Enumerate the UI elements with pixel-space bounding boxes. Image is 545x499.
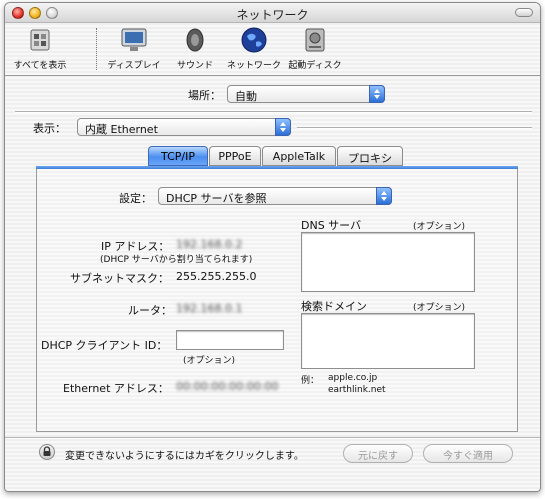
example-domain-2: earthlink.net [328,385,386,395]
revert-button[interactable]: 元に戻す [343,444,413,463]
disk-icon [305,28,325,52]
tab-proxy[interactable]: プロキシ [337,146,403,166]
tab-appletalk[interactable]: AppleTalk [262,146,336,166]
location-label: 場所： [188,89,221,102]
tab-tcpip[interactable]: TCP/IP [148,146,208,166]
lock-button[interactable] [39,444,55,460]
speaker-icon [186,28,204,52]
toolbar-startup-disk[interactable]: 起動ディスク [285,26,345,74]
show-popup[interactable]: 内蔵 Ethernet [77,118,291,136]
toolbar-separator [96,28,97,70]
dns-servers-field[interactable] [301,232,475,292]
window-title: ネットワーク [236,8,309,22]
lock-icon [43,446,51,456]
popup-arrows-icon [376,187,392,205]
config-label: 設定： [119,192,152,205]
example-label: 例： [301,376,320,386]
toolbar-label: ディスプレイ [107,61,161,71]
dhcp-client-label: DHCP クライアント ID： [41,339,168,352]
dns-note: (オプション) [413,222,466,232]
toolbar-label: すべてを表示 [13,61,67,71]
separator [15,111,532,113]
tab-pane-accent [36,166,518,169]
footer-separator [5,437,540,439]
popup-arrows-icon [369,85,385,103]
router-label: ルータ： [128,304,172,317]
toolbar: すべてを表示 ディスプレイ サウンド ネットワーク 起動ディスク [5,24,540,76]
config-value: DHCP サーバを参照 [166,192,267,205]
lock-message: 変更できないようにするにはカギをクリックします。 [65,451,304,462]
display-icon [121,28,147,51]
apply-now-button[interactable]: 今すぐ適用 [423,444,513,463]
location-value: 自動 [235,90,257,103]
ethernet-value: 00:00:00:00:00:00 [176,380,279,393]
ip-note: (DHCP サーバから割り当てられます) [100,255,253,265]
search-domains-note: (オプション) [413,303,466,313]
show-value: 内蔵 Ethernet [85,123,158,136]
title-bar[interactable]: ネットワーク [5,3,540,23]
ip-value: 192.168.0.2 [176,238,243,251]
example-domain-1: apple.co.jp [328,373,378,383]
subnet-value: 255.255.255.0 [176,270,257,283]
router-value: 192.168.0.1 [176,302,243,315]
subnet-label: サブネットマスク： [70,272,169,285]
dhcp-client-note: (オプション) [183,356,236,366]
globe-icon [241,27,267,53]
toolbar-label: サウンド [176,61,213,71]
search-domains-label: 検索ドメイン [301,300,367,313]
show-label: 表示： [33,122,66,135]
dhcp-client-field[interactable] [176,330,284,350]
popup-arrows-icon [275,118,291,136]
toolbar-display[interactable]: ディスプレイ [105,26,163,74]
config-popup[interactable]: DHCP サーバを参照 [158,187,392,205]
toolbar-label: ネットワーク [226,61,281,71]
toolbar-network[interactable]: ネットワーク [225,26,283,74]
show-all-icon [30,29,50,51]
separator [297,127,532,129]
toolbar-sound[interactable]: サウンド [169,26,221,74]
dns-label: DNS サーバ [301,219,362,232]
tab-pppoe[interactable]: PPPoE [209,146,261,166]
toolbar-label: 起動ディスク [288,61,342,71]
location-popup[interactable]: 自動 [227,85,385,103]
toolbar-show-all[interactable]: すべてを表示 [11,26,69,74]
toolbar-toggle-button[interactable] [515,8,533,17]
ethernet-label: Ethernet アドレス： [63,382,169,395]
search-domains-field[interactable] [301,313,475,369]
network-preferences-window: ネットワーク すべてを表示 ディスプレイ サウンド ネットワーク 起動ディスク … [4,2,541,492]
